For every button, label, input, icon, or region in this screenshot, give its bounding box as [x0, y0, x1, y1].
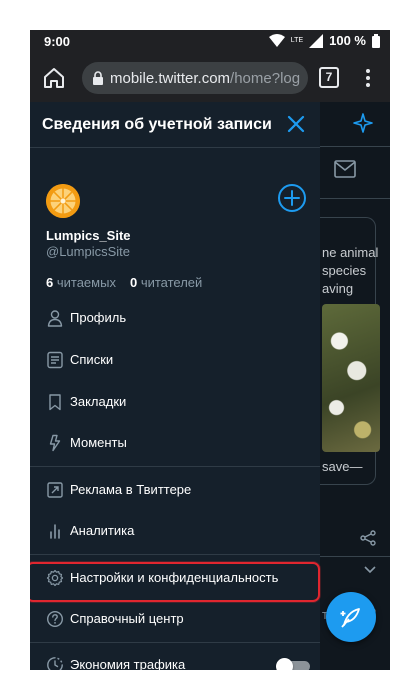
network-type-label: LTE: [290, 37, 304, 44]
status-icons: LTE 100 %: [268, 33, 380, 48]
browser-toolbar: mobile.twitter.com/home?log 7: [30, 54, 390, 102]
drawer-title: Сведения об учетной записи: [42, 116, 272, 133]
share-icon[interactable]: [360, 530, 376, 546]
wifi-icon: [268, 34, 285, 47]
browser-menu-icon[interactable]: [360, 66, 376, 90]
orange-slice-avatar-image: [46, 184, 80, 218]
tweet-text-line: aving: [322, 281, 354, 296]
menu-divider: [30, 466, 320, 467]
bookmark-icon: [49, 394, 61, 411]
lock-icon: [93, 71, 103, 85]
menu-item-label: Профиль: [70, 310, 127, 325]
data-saver-toggle[interactable]: [276, 658, 312, 670]
menu-item-label: Реклама в Твиттере: [70, 482, 192, 497]
status-time: 9:00: [44, 34, 71, 49]
menu-item-label: Справочный центр: [70, 611, 184, 626]
tweet-text-line: species: [322, 263, 367, 278]
plus-icon: [284, 190, 300, 206]
url-host: mobile.twitter.com: [110, 69, 231, 87]
menu-item-label: Списки: [70, 352, 114, 367]
menu-item-label: Закладки: [70, 394, 127, 409]
follow-stats: 6 читаемых 0 читателей: [46, 275, 202, 290]
compose-tweet-button[interactable]: [326, 592, 376, 642]
cell-signal-icon: [309, 33, 324, 48]
home-icon[interactable]: [42, 66, 66, 90]
compose-feather-icon: [340, 608, 360, 628]
followers-link[interactable]: 0 читателей: [130, 275, 202, 290]
tweet-fragment: save—: [322, 459, 363, 474]
followers-count: 0: [129, 275, 138, 290]
menu-item-help-center[interactable]: Справочный центр: [30, 599, 320, 639]
url-path: /home?log: [230, 69, 301, 87]
battery-icon: [372, 33, 380, 48]
settings-highlight-frame: [30, 562, 320, 602]
background-timeline: ne animal species aving save— тыс.: [320, 102, 390, 670]
sparkle-icon[interactable]: [352, 112, 374, 134]
messages-icon[interactable]: [334, 160, 356, 178]
toggle-knob: [276, 658, 293, 670]
followers-label: читателей: [140, 275, 203, 290]
menu-item-label: Аналитика: [70, 523, 135, 538]
menu-item-label: Экономия трафика: [70, 657, 186, 670]
account-drawer: Сведения об учетной записи Lumpics_Site …: [30, 102, 320, 670]
menu-item-label: Моменты: [70, 435, 127, 450]
tab-switcher-button[interactable]: 7: [319, 67, 339, 88]
tweet-image-flowers[interactable]: [322, 304, 380, 452]
menu-item-twitter-ads[interactable]: Реклама в Твиттере: [30, 470, 320, 510]
following-label: читаемых: [56, 275, 116, 290]
help-icon: [46, 610, 64, 628]
menu-item-moments[interactable]: Моменты: [30, 423, 320, 463]
menu-item-profile[interactable]: Профиль: [30, 298, 320, 338]
menu-item-analytics[interactable]: Аналитика: [30, 511, 320, 551]
close-icon[interactable]: [284, 112, 308, 136]
status-bar: 9:00 LTE 100 %: [30, 30, 390, 54]
person-icon: [47, 310, 63, 327]
profile-handle: @LumpicsSite: [46, 244, 131, 259]
drawer-header: Сведения об учетной записи: [30, 102, 320, 148]
profile-display-name[interactable]: Lumpics_Site: [46, 228, 131, 243]
avatar[interactable]: [46, 184, 80, 218]
tweet-text-line: ne animal: [322, 245, 379, 260]
add-account-button[interactable]: [278, 184, 306, 212]
external-link-icon: [47, 482, 63, 498]
menu-divider: [30, 642, 320, 643]
menu-divider: [30, 554, 320, 555]
chevron-down-icon[interactable]: [364, 566, 376, 574]
analytics-icon: [50, 524, 60, 539]
menu-item-bookmarks[interactable]: Закладки: [30, 382, 320, 422]
following-link[interactable]: 6 читаемых: [46, 275, 116, 290]
following-count: 6: [46, 275, 54, 290]
address-bar[interactable]: mobile.twitter.com/home?log: [82, 62, 308, 94]
battery-percent: 100 %: [329, 33, 366, 48]
data-saver-icon: [47, 657, 63, 670]
lightning-icon: [49, 434, 61, 452]
menu-item-lists[interactable]: Списки: [30, 340, 320, 380]
list-icon: [47, 351, 63, 369]
phone-screen: 9:00 LTE 100 % mobile.twitter.com/home?l…: [30, 30, 390, 670]
